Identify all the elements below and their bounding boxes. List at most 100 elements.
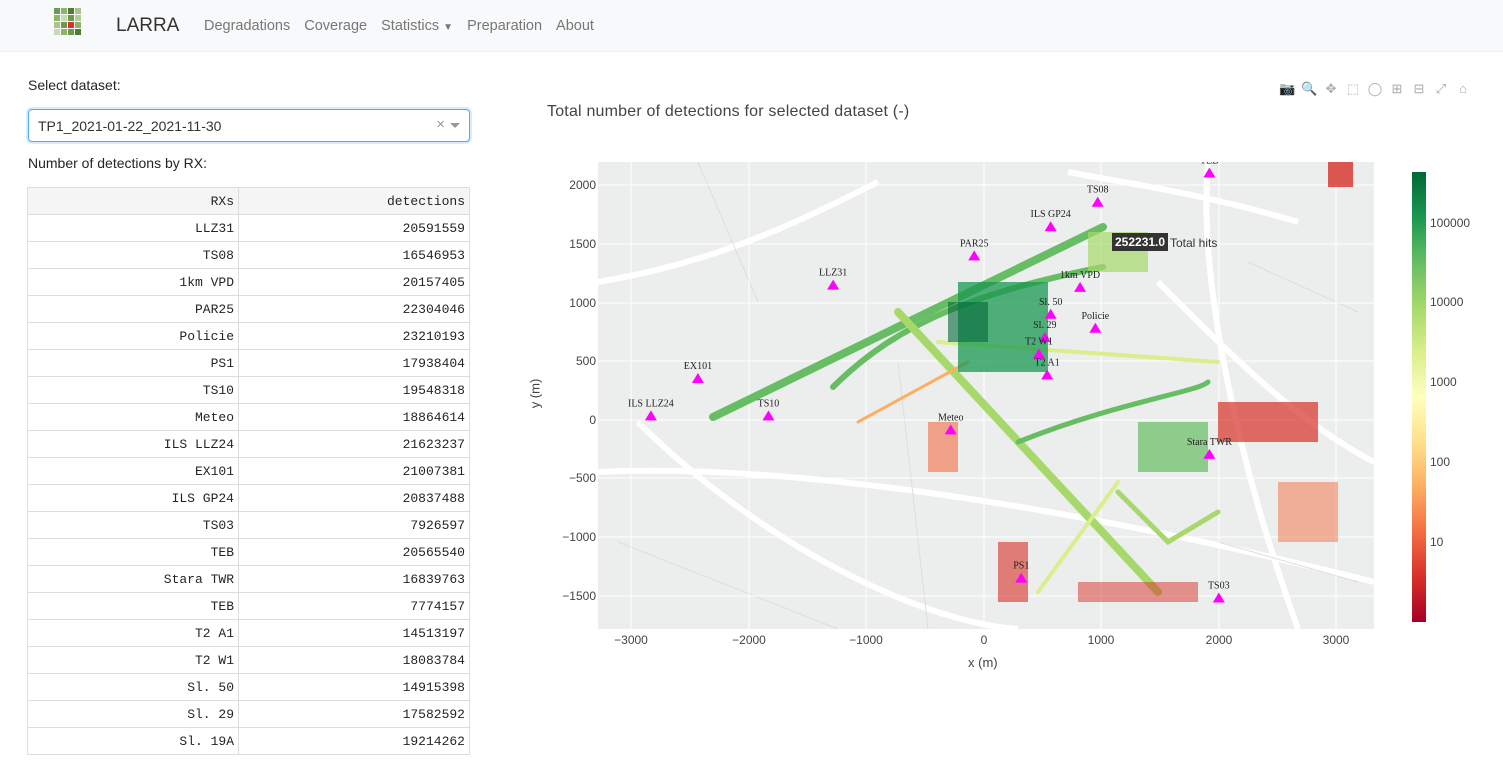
y-tick: 2000: [569, 178, 596, 192]
dataset-value: TP1_2021-01-22_2021-11-30: [38, 118, 222, 134]
y-tick: −1500: [562, 589, 596, 603]
rx-marker[interactable]: [1091, 196, 1104, 207]
camera-icon[interactable]: 📷: [1279, 81, 1295, 97]
rx-marker[interactable]: [1089, 322, 1102, 333]
rx-marker-label: TS08: [1087, 185, 1109, 196]
table-row: TEB 20565540: [27, 538, 470, 566]
detections-cell: 16839763: [238, 565, 470, 593]
rx-marker-label: PAR25: [960, 238, 989, 249]
nav-coverage[interactable]: Coverage: [304, 18, 367, 34]
rx-marker[interactable]: [691, 372, 704, 383]
rx-marker[interactable]: [968, 250, 981, 261]
rx-name-cell: 1km VPD: [27, 268, 239, 296]
table-row: ILS LLZ24 21623237: [27, 430, 470, 458]
table-row: T2 A1 14513197: [27, 619, 470, 647]
rx-marker[interactable]: [1041, 369, 1054, 380]
detections-cell: 21623237: [238, 430, 470, 458]
plot-modebar: 📷 🔍 ✥ ⬚ ◯ ⊞ ⊟ ⤢ ⌂: [1279, 81, 1471, 97]
heatmap-plot-area[interactable]: LLZ31 EX101 ILS LLZ24 TS10 PAR25 ILS GP24 TS08…: [598, 162, 1374, 629]
rx-marker[interactable]: [1015, 572, 1028, 583]
rx-marker-label: T2 W1: [1025, 336, 1053, 347]
chevron-down-icon[interactable]: [450, 123, 460, 128]
x-tick: 2000: [1205, 633, 1233, 647]
nav-degradations[interactable]: Degradations: [204, 18, 290, 34]
rx-marker-label: T2 A1: [1034, 357, 1059, 368]
table-row: T2 W1 18083784: [27, 646, 470, 674]
clear-icon[interactable]: ×: [436, 116, 445, 133]
detections-cell: 7774157: [238, 592, 470, 620]
rx-name-cell: T2 A1: [27, 619, 239, 647]
rx-marker[interactable]: [1044, 308, 1057, 319]
x-tick: −1000: [849, 633, 883, 647]
x-tick: −3000: [614, 633, 648, 647]
nav-statistics[interactable]: Statistics ▼: [381, 18, 453, 34]
rx-name-cell: TEB: [27, 592, 239, 620]
rx-name-cell: TS08: [27, 241, 239, 269]
rx-marker[interactable]: [1044, 221, 1057, 232]
rx-name-cell: Sl. 19A: [27, 727, 239, 755]
pan-icon[interactable]: ✥: [1323, 81, 1339, 97]
detections-cell: 21007381: [238, 457, 470, 485]
rx-marker-label: TS10: [758, 398, 780, 409]
nav-preparation[interactable]: Preparation: [467, 18, 542, 34]
rx-marker-label: Sl. 50: [1039, 297, 1062, 308]
table-row: EX101 21007381: [27, 457, 470, 485]
brand-name[interactable]: LARRA: [116, 15, 179, 37]
rx-marker-label: TS03: [1208, 580, 1230, 591]
select-dataset-label: Select dataset:: [28, 77, 121, 93]
dataset-dropdown[interactable]: TP1_2021-01-22_2021-11-30 ×: [28, 109, 470, 142]
rx-name-cell: Sl. 29: [27, 700, 239, 728]
table-row: Meteo 18864614: [27, 403, 470, 431]
autoscale-icon[interactable]: ⤢: [1433, 81, 1449, 97]
rx-name-cell: PAR25: [27, 295, 239, 323]
table-row: TS10 19548318: [27, 376, 470, 404]
colorbar-tick: 100: [1430, 455, 1451, 469]
rx-name-cell: ILS LLZ24: [27, 430, 239, 458]
rx-name-cell: TS10: [27, 376, 239, 404]
rx-marker[interactable]: [1203, 448, 1216, 459]
lasso-icon[interactable]: ◯: [1367, 81, 1383, 97]
rx-name-cell: Policie: [27, 322, 239, 350]
rx-marker[interactable]: [762, 410, 775, 421]
rx-marker[interactable]: [1203, 167, 1216, 178]
rx-marker[interactable]: [644, 410, 657, 421]
box-select-icon[interactable]: ⬚: [1345, 81, 1361, 97]
rx-marker[interactable]: [1212, 592, 1225, 603]
y-axis-label: y (m): [527, 378, 543, 409]
x-axis-label: x (m): [968, 655, 998, 670]
zoom-icon[interactable]: 🔍: [1301, 81, 1317, 97]
rx-marker[interactable]: [1074, 281, 1087, 292]
rx-name-cell: TS03: [27, 511, 239, 539]
table-row: PAR25 22304046: [27, 295, 470, 323]
detections-cell: 20565540: [238, 538, 470, 566]
zoom-in-icon[interactable]: ⊞: [1389, 81, 1405, 97]
y-tick: −500: [568, 471, 596, 485]
zoom-out-icon[interactable]: ⊟: [1411, 81, 1427, 97]
rx-marker-label: Meteo: [938, 412, 964, 423]
table-row: PS1 17938404: [27, 349, 470, 377]
column-header-rxs[interactable]: RXs: [27, 187, 239, 215]
detections-cell: 20157405: [238, 268, 470, 296]
y-tick: −1000: [562, 530, 596, 544]
colorbar: [1412, 172, 1426, 622]
column-header-detections[interactable]: detections: [238, 187, 470, 215]
nav-about[interactable]: About: [556, 18, 594, 34]
table-row: LLZ31 20591559: [27, 214, 470, 242]
chevron-down-icon: ▼: [443, 22, 454, 33]
rx-marker[interactable]: [827, 279, 840, 290]
rx-name-cell: TEB: [27, 538, 239, 566]
colorbar-tick: 1000: [1430, 375, 1457, 389]
rx-marker-label: ILS LLZ24: [628, 398, 674, 409]
y-tick: 1000: [569, 296, 596, 310]
rx-marker[interactable]: [944, 424, 957, 435]
table-row: Stara TWR 16839763: [27, 565, 470, 593]
hover-label: Total hits: [1170, 236, 1218, 250]
home-icon[interactable]: ⌂: [1455, 81, 1471, 97]
rx-name-cell: Sl. 50: [27, 673, 239, 701]
rx-name-cell: EX101: [27, 457, 239, 485]
detections-cell: 20837488: [238, 484, 470, 512]
y-tick: 0: [589, 413, 596, 427]
larra-logo[interactable]: [54, 8, 82, 36]
table-body: LLZ31 20591559 TS08 16546953 1km VPD 20157405…: [27, 214, 470, 755]
rx-marker-label: PS1: [1013, 561, 1029, 572]
